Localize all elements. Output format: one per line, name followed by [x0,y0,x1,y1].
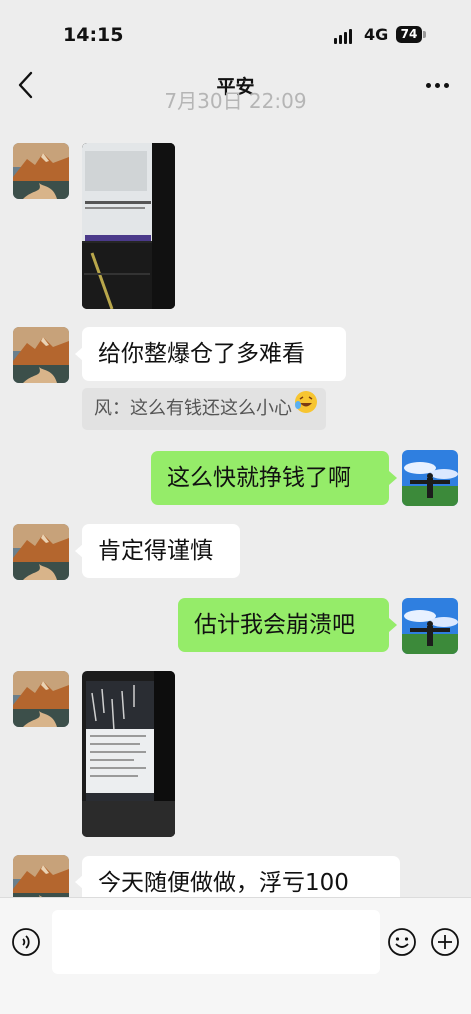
timestamp: 7月30日 22:09 [164,92,307,113]
voice-button[interactable] [11,927,41,957]
battery-tip [423,31,426,38]
avatar[interactable] [13,327,69,383]
quote-text: 风：这么有钱还这么小心 [94,398,292,419]
laughing-emoji-icon [294,388,318,430]
status-bar: 14:15 4G 74 [0,0,471,62]
battery-icon: 74 [396,26,422,43]
more-actions-button[interactable] [430,927,460,957]
message-input[interactable] [52,910,380,974]
my-avatar[interactable] [402,450,458,506]
message-bubble[interactable]: 肯定得谨慎 [82,524,240,578]
voice-icon [12,928,40,956]
message-bubble[interactable]: 给你整爆仓了多难看 [82,327,346,381]
emoji-button[interactable] [387,927,417,957]
message-bubble[interactable]: 这么快就挣钱了啊 [151,451,389,505]
avatar[interactable] [13,143,69,199]
bubble-tail [389,618,397,632]
emoji-icon [388,928,416,956]
plus-icon [431,928,459,956]
my-avatar[interactable] [402,598,458,654]
quoted-message[interactable]: 风：这么有钱还这么小心 [82,388,326,430]
input-bar [0,897,471,1014]
signal-icon [334,28,356,44]
avatar[interactable] [13,524,69,580]
status-time: 14:15 [63,24,124,46]
bubble-tail [389,471,397,485]
message-bubble[interactable]: 估计我会崩溃吧 [178,598,389,652]
message-image[interactable] [82,671,175,837]
avatar[interactable] [13,671,69,727]
message-image[interactable] [82,143,175,309]
network-label: 4G [364,25,389,44]
